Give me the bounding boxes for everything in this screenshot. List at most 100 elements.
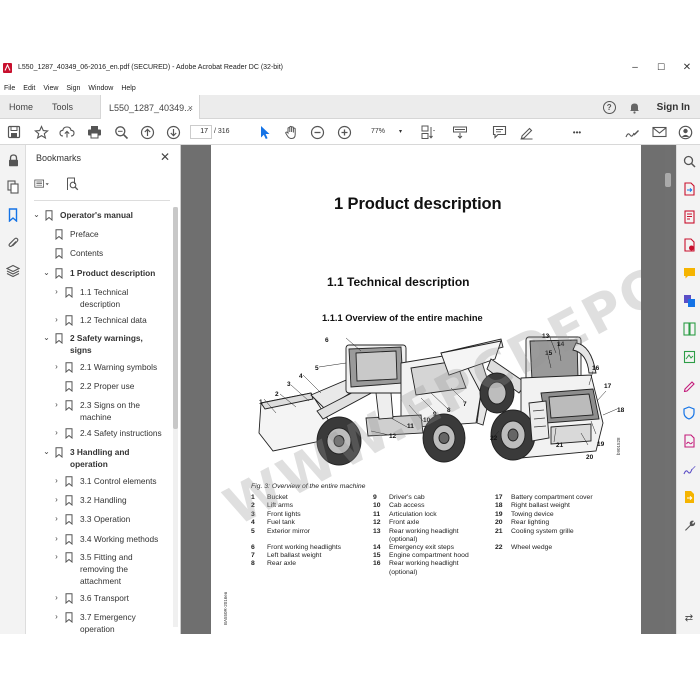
- protect-shield-icon[interactable]: [681, 405, 697, 421]
- search-icon[interactable]: [681, 153, 697, 169]
- chevron-down-icon[interactable]: ⌄: [42, 267, 51, 279]
- expand-panel-icon[interactable]: ⇄: [681, 610, 697, 626]
- share-user-icon[interactable]: [677, 124, 693, 140]
- chevron-right-icon[interactable]: ›: [52, 592, 61, 604]
- bookmark-item[interactable]: Preface: [42, 228, 166, 240]
- menu-view[interactable]: View: [43, 85, 58, 92]
- bookmark-item[interactable]: ⌄ 1 Product description: [42, 267, 166, 279]
- page-thumbnails-icon[interactable]: [5, 179, 21, 195]
- zoom-out-icon[interactable]: [309, 124, 325, 140]
- bookmark-item[interactable]: › 1.1 Technical description: [52, 286, 166, 310]
- organize-pages-icon[interactable]: [681, 321, 697, 337]
- bookmark-item[interactable]: › 1.2 Technical data: [52, 314, 166, 326]
- page-number-input[interactable]: 17: [190, 125, 212, 139]
- bookmarks-scrollbar[interactable]: [173, 207, 178, 627]
- comment-tool-icon[interactable]: [681, 265, 697, 281]
- tools-wrench-icon[interactable]: [681, 517, 697, 533]
- send-file-icon[interactable]: [681, 489, 697, 505]
- fill-sign-icon[interactable]: [681, 377, 697, 393]
- bookmarks-scrollbar-thumb[interactable]: [173, 207, 178, 429]
- attachment-paperclip-icon[interactable]: [5, 235, 21, 251]
- more-tools-button[interactable]: •••: [569, 124, 585, 140]
- document-scrollbar-thumb[interactable]: [665, 173, 671, 187]
- send-for-signature-icon[interactable]: [681, 433, 697, 449]
- zoom-in-icon[interactable]: [336, 124, 352, 140]
- edit-pdf-icon[interactable]: [681, 237, 697, 253]
- select-cursor-icon[interactable]: [257, 124, 273, 140]
- menu-window[interactable]: Window: [88, 85, 113, 92]
- bookmark-item[interactable]: 2.2 Proper use: [52, 380, 166, 392]
- tab-document[interactable]: L550_1287_40349... ×: [100, 95, 200, 120]
- bookmark-item[interactable]: Contents: [42, 247, 166, 259]
- menu-edit[interactable]: Edit: [23, 85, 35, 92]
- menu-file[interactable]: File: [4, 85, 15, 92]
- tab-home[interactable]: Home: [9, 95, 33, 119]
- find-bookmark-icon[interactable]: [66, 177, 82, 191]
- bookmark-item[interactable]: ⌄ 3 Handling and operation: [42, 446, 166, 470]
- chevron-right-icon[interactable]: ›: [52, 361, 61, 373]
- help-icon[interactable]: ?: [602, 100, 616, 114]
- document-scrollbar[interactable]: [665, 145, 671, 634]
- upload-cloud-icon[interactable]: [59, 124, 75, 140]
- security-lock-icon[interactable]: [5, 152, 21, 168]
- bookmark-item[interactable]: › 2.1 Warning symbols: [52, 361, 166, 373]
- chevron-right-icon[interactable]: ›: [52, 399, 61, 411]
- print-icon[interactable]: [86, 124, 102, 140]
- chevron-right-icon[interactable]: ›: [52, 611, 61, 623]
- minimize-button[interactable]: –: [622, 54, 648, 81]
- notification-bell-icon[interactable]: [628, 101, 641, 114]
- export-pdf-icon[interactable]: [681, 181, 697, 197]
- chevron-right-icon[interactable]: ›: [52, 475, 61, 487]
- close-tab-button[interactable]: ×: [188, 103, 193, 113]
- keyboard-scroll-icon[interactable]: [452, 124, 468, 140]
- chevron-down-icon[interactable]: ⌄: [42, 332, 51, 344]
- chevron-right-icon[interactable]: ›: [52, 286, 61, 298]
- bookmark-item[interactable]: › 3.7 Emergency operation: [52, 611, 166, 635]
- signature-pen-icon[interactable]: [681, 461, 697, 477]
- chevron-down-icon[interactable]: ⌄: [42, 446, 51, 458]
- bookmark-item[interactable]: › 3.4 Working methods: [52, 533, 166, 545]
- close-panel-button[interactable]: ✕: [160, 150, 170, 164]
- bookmark-options-icon[interactable]: [34, 177, 50, 191]
- save-icon[interactable]: [6, 124, 22, 140]
- edit-signature-icon[interactable]: [624, 124, 640, 140]
- bookmark-label: 2.4 Safety instructions: [80, 428, 162, 438]
- email-icon[interactable]: [651, 124, 667, 140]
- bookmark-item[interactable]: › 3.3 Operation: [52, 513, 166, 525]
- bookmark-item[interactable]: › 3.5 Fitting and removing the attachment: [52, 551, 166, 587]
- bookmark-item[interactable]: › 3.6 Transport: [52, 592, 166, 604]
- previous-page-icon[interactable]: [139, 124, 155, 140]
- hand-tool-icon[interactable]: [283, 124, 299, 140]
- highlight-pen-icon[interactable]: [518, 124, 534, 140]
- chevron-right-icon[interactable]: ›: [52, 494, 61, 506]
- chevron-right-icon[interactable]: ›: [52, 427, 61, 439]
- bookmark-star-icon[interactable]: [33, 124, 49, 140]
- chevron-right-icon[interactable]: ›: [52, 513, 61, 525]
- maximize-button[interactable]: ☐: [648, 54, 674, 81]
- close-window-button[interactable]: ✕: [674, 54, 700, 81]
- zoom-level-dropdown[interactable]: 77% ▾: [364, 125, 406, 139]
- enhance-scans-icon[interactable]: [681, 349, 697, 365]
- bookmark-item[interactable]: › 2.3 Signs on the machine: [52, 399, 166, 423]
- create-pdf-icon[interactable]: [681, 209, 697, 225]
- menu-help[interactable]: Help: [121, 85, 135, 92]
- menu-sign[interactable]: Sign: [66, 85, 80, 92]
- chevron-right-icon[interactable]: ›: [52, 551, 61, 563]
- chevron-right-icon[interactable]: ›: [52, 533, 61, 545]
- bookmark-item[interactable]: › 3.2 Handling: [52, 494, 166, 506]
- layers-icon[interactable]: [5, 263, 21, 279]
- comment-icon[interactable]: [491, 124, 507, 140]
- chevron-down-icon[interactable]: ⌄: [32, 209, 41, 221]
- combine-files-icon[interactable]: [681, 293, 697, 309]
- bookmark-item[interactable]: › 2.4 Safety instructions: [52, 427, 166, 439]
- bookmark-item[interactable]: ⌄ Operator's manual: [32, 209, 166, 221]
- chevron-right-icon[interactable]: ›: [52, 314, 61, 326]
- sign-in-button[interactable]: Sign In: [657, 102, 690, 113]
- bookmark-item[interactable]: › 3.1 Control elements: [52, 475, 166, 487]
- bookmark-item[interactable]: ⌄ 2 Safety warnings, signs: [42, 332, 166, 356]
- bookmarks-panel-icon[interactable]: [5, 207, 21, 223]
- next-page-icon[interactable]: [165, 124, 181, 140]
- page-layout-icon[interactable]: [420, 124, 436, 140]
- tab-tools[interactable]: Tools: [52, 95, 73, 119]
- zoom-search-icon[interactable]: [113, 124, 129, 140]
